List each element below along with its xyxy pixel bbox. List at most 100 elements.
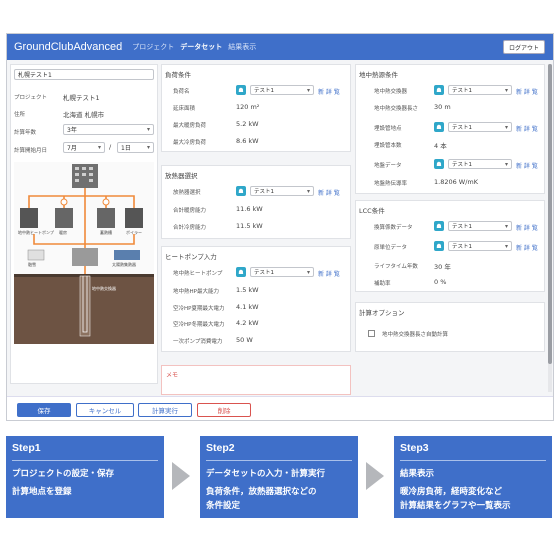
svg-text:蓄熱槽: 蓄熱槽 bbox=[100, 229, 112, 235]
air-hp-winter-value: 4.2 kW bbox=[236, 319, 259, 327]
step-1-title: Step1 bbox=[12, 442, 41, 454]
step-3-divider bbox=[400, 460, 546, 461]
exchanger-picker-icon[interactable]: ☗ bbox=[434, 85, 444, 95]
radiator-picker-icon[interactable]: ☗ bbox=[236, 186, 246, 196]
logout-button[interactable]: ログアウト bbox=[502, 40, 545, 54]
step-1-divider bbox=[12, 460, 158, 461]
svg-text:地中熱ヒートポンプ: 地中熱ヒートポンプ bbox=[18, 229, 54, 235]
svg-text:融雪: 融雪 bbox=[28, 261, 36, 267]
system-diagram: 地中熱ヒートポンプ 暖房 蓄熱槽 ボイラー 融雪 太陽熱集熱器 地中熱交換器 bbox=[14, 162, 154, 344]
exchanger-select[interactable]: テスト1 bbox=[448, 85, 512, 95]
options-title: 計算オプション bbox=[359, 309, 405, 317]
burial-select[interactable]: テスト1 bbox=[448, 122, 512, 132]
years-select[interactable]: 3年 bbox=[63, 124, 154, 135]
load-name-label: 負荷名 bbox=[173, 89, 190, 95]
unit-data-label: 原単位データ bbox=[374, 245, 408, 251]
exchanger-label: 地中熱交換器 bbox=[374, 89, 408, 95]
tank-icon bbox=[72, 248, 98, 266]
project-panel: 札幌テスト1 プロジェクト 札幌テスト1 住所 北海道 札幌市 計算年数 3年 … bbox=[10, 64, 158, 384]
burial-site-label: 埋設管地点 bbox=[374, 126, 402, 132]
step-1-line-1: プロジェクトの設定・保存 bbox=[12, 469, 115, 479]
cancel-button[interactable]: キャンセル bbox=[76, 403, 134, 417]
exchanger-links[interactable]: 新 詳 覧 bbox=[516, 87, 538, 96]
load-picker-icon[interactable]: ☗ bbox=[236, 85, 246, 95]
step-2-line-2: 負荷条件，放熱器選択などの bbox=[206, 487, 317, 497]
conversion-label: 換算係数データ bbox=[374, 225, 413, 231]
pipe-count-label: 埋設管本数 bbox=[374, 143, 402, 149]
nav-dataset[interactable]: データセット bbox=[180, 42, 222, 52]
air-hp-winter-label: 空冷HP冬期最大電力 bbox=[173, 322, 225, 328]
month-select[interactable]: 7月 bbox=[63, 142, 105, 153]
air-hp-summer-label: 空冷HP夏期最大電力 bbox=[173, 306, 225, 312]
heatpump-title: ヒートポンプ入力 bbox=[165, 253, 217, 261]
project-label: プロジェクト bbox=[14, 95, 48, 101]
memo-box[interactable]: メモ bbox=[161, 365, 351, 395]
radiator-select[interactable]: テスト1 bbox=[250, 186, 314, 196]
radiator-select-label: 放熱器選択 bbox=[173, 190, 201, 196]
geo-hp-max-label: 地中熱HP最大能力 bbox=[173, 289, 219, 295]
max-heating-label: 最大暖房負荷 bbox=[173, 123, 207, 129]
max-heating-value: 5.2 kW bbox=[236, 120, 259, 128]
step-2-title: Step2 bbox=[206, 442, 235, 454]
day-select[interactable]: 1日 bbox=[117, 142, 154, 153]
soil-select[interactable]: テスト1 bbox=[448, 159, 512, 169]
burial-picker-icon[interactable]: ☗ bbox=[434, 122, 444, 132]
floor-area-label: 延床面積 bbox=[173, 106, 196, 112]
conversion-links[interactable]: 新 詳 覧 bbox=[516, 223, 538, 232]
step-arrow-icon bbox=[366, 462, 384, 490]
save-button[interactable]: 保存 bbox=[17, 403, 71, 417]
heatpump-picker-icon[interactable]: ☗ bbox=[236, 267, 246, 277]
unit-picker-icon[interactable]: ☗ bbox=[434, 241, 444, 251]
total-heating-label: 合計暖房能力 bbox=[173, 208, 207, 214]
heatpump-links[interactable]: 新 詳 覧 bbox=[318, 269, 340, 278]
step-3-line-1: 結果表示 bbox=[400, 469, 435, 479]
auto-length-checkbox[interactable] bbox=[368, 330, 375, 337]
svg-text:ボイラー: ボイラー bbox=[126, 229, 142, 235]
address-value: 北海道 札幌市 bbox=[63, 111, 105, 119]
dataset-name-input[interactable]: 札幌テスト1 bbox=[14, 69, 154, 80]
conversion-select[interactable]: テスト1 bbox=[448, 221, 512, 231]
soil-data-label: 地盤データ bbox=[374, 163, 402, 169]
app-window: GroundClubAdvanced プロジェクト データセット 結果表示 ログ… bbox=[6, 33, 554, 421]
step-3-card: Step3 結果表示 暖冷房負荷，経時変化など 計算結果をグラフや一覧表示 bbox=[394, 436, 552, 518]
radiator-links[interactable]: 新 詳 覧 bbox=[318, 188, 340, 197]
step-arrow-icon bbox=[172, 462, 190, 490]
brand-logo[interactable]: GroundClubAdvanced bbox=[14, 41, 122, 53]
scrollbar-thumb[interactable] bbox=[548, 64, 552, 364]
heatpump-select[interactable]: テスト1 bbox=[250, 267, 314, 277]
step-2-line-1: データセットの入力・計算実行 bbox=[206, 469, 326, 479]
snow-icon bbox=[27, 249, 45, 261]
soil-conductivity-label: 地盤熱伝導率 bbox=[374, 181, 408, 187]
ground-title: 地中熱源条件 bbox=[359, 71, 398, 79]
date-separator: / bbox=[109, 143, 112, 151]
soil-conductivity-value: 1.8206 W/mK bbox=[434, 178, 479, 186]
nav-project[interactable]: プロジェクト bbox=[132, 42, 174, 52]
heat-pump-icon bbox=[20, 208, 38, 228]
unit-select[interactable]: テスト1 bbox=[448, 241, 512, 251]
action-bar: 保存 キャンセル 計算実行 削除 bbox=[7, 396, 553, 420]
soil-links[interactable]: 新 詳 覧 bbox=[516, 161, 538, 170]
max-cooling-value: 8.6 kW bbox=[236, 137, 259, 145]
pump-power-label: 一次ポンプ消費電力 bbox=[173, 339, 223, 345]
lcc-title: LCC条件 bbox=[359, 207, 385, 215]
load-links[interactable]: 新 詳 覧 bbox=[318, 87, 340, 96]
exchanger-length-label: 地中熱交換器長さ bbox=[374, 106, 419, 112]
svg-text:暖房: 暖房 bbox=[59, 229, 67, 235]
geo-hp-max-value: 1.5 kW bbox=[236, 286, 259, 294]
nav-results[interactable]: 結果表示 bbox=[228, 42, 256, 52]
main-nav: プロジェクト データセット 結果表示 bbox=[132, 42, 262, 52]
burial-links[interactable]: 新 詳 覧 bbox=[516, 124, 538, 133]
scrollbar[interactable] bbox=[548, 64, 552, 392]
solar-panel-icon bbox=[114, 250, 140, 260]
load-conditions-section: 負荷条件 負荷名 ☗ テスト1 新 詳 覧 延床面積 120 m² 最大暖房負荷… bbox=[161, 64, 351, 152]
soil-picker-icon[interactable]: ☗ bbox=[434, 159, 444, 169]
address-label: 住所 bbox=[14, 112, 26, 118]
project-value: 札幌テスト1 bbox=[63, 94, 100, 102]
load-select[interactable]: テスト1 bbox=[250, 85, 314, 95]
run-calculation-button[interactable]: 計算実行 bbox=[138, 403, 192, 417]
step-1-card: Step1 プロジェクトの設定・保存 計算地点を登録 bbox=[6, 436, 164, 518]
unit-links[interactable]: 新 詳 覧 bbox=[516, 243, 538, 252]
delete-button[interactable]: 削除 bbox=[197, 403, 251, 417]
conversion-picker-icon[interactable]: ☗ bbox=[434, 221, 444, 231]
auto-length-label: 地中熱交換器長さ自動計算 bbox=[382, 332, 449, 338]
